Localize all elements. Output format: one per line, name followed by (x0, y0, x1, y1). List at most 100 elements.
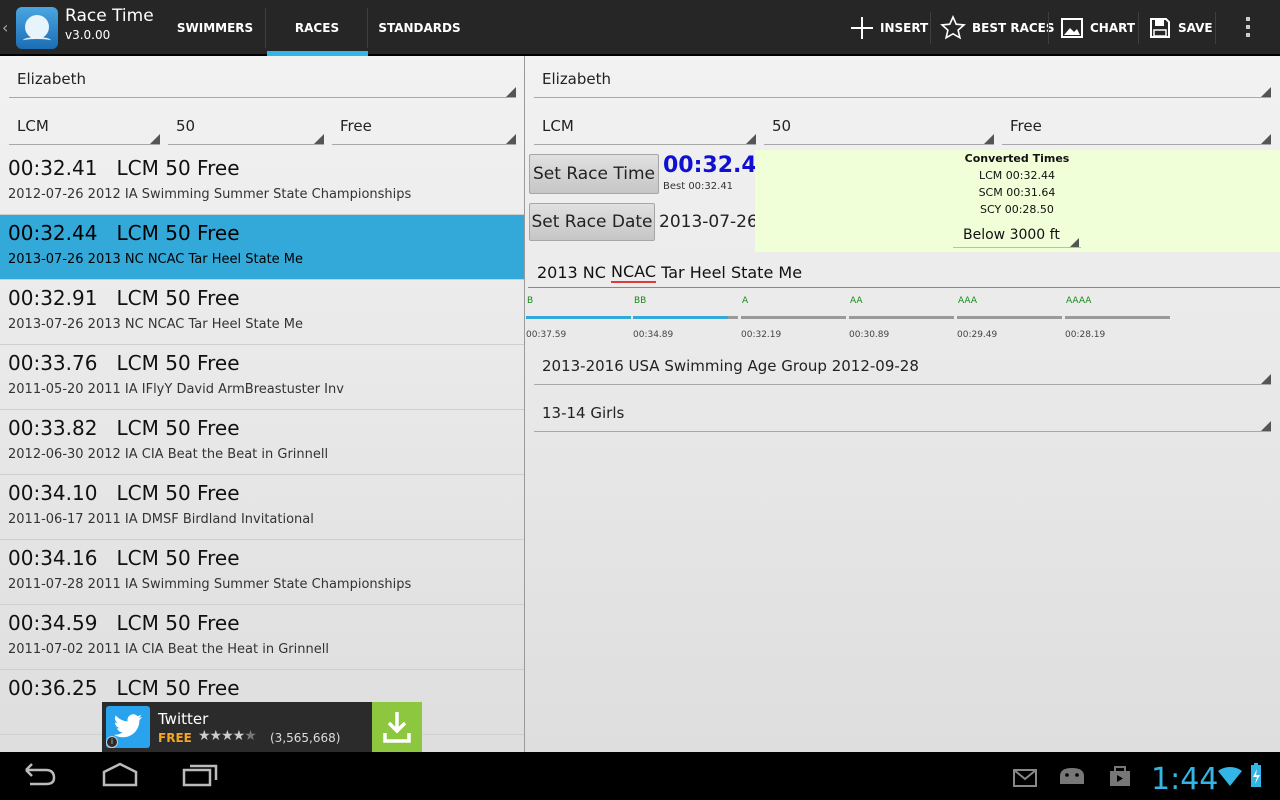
detail-swimmer-spinner[interactable]: Elizabeth (534, 60, 1271, 98)
race-date-value: 2013-07-26 (659, 212, 758, 232)
tab-races[interactable]: RACES (267, 8, 368, 48)
race-event: LCM 50 Free (116, 221, 240, 245)
app-title: Race Time (65, 6, 154, 26)
ad-download-button[interactable] (372, 702, 422, 752)
race-list-item[interactable]: 00:34.16 LCM 50 Free 2011-07-28 2011 IA S… (0, 540, 524, 605)
action-divider (1215, 12, 1216, 44)
overflow-menu-icon[interactable] (1240, 14, 1256, 42)
standard-set-spinner[interactable]: 2013-2016 USA Swimming Age Group 2012-09… (534, 347, 1271, 385)
race-meet-detail: 2012-06-30 2012 IA CIA Beat the Beat in … (8, 447, 329, 462)
race-list-item[interactable]: 00:32.44 LCM 50 Free 2013-07-26 2013 NC N… (0, 215, 524, 280)
standard-label: AAA (958, 296, 977, 306)
standard-progress-bar (741, 316, 846, 319)
swimmer-value: Elizabeth (17, 69, 87, 88)
set-race-time-button[interactable]: Set Race Time (529, 154, 659, 194)
action-divider (1138, 12, 1139, 44)
standard-time: 00:28.19 (1065, 330, 1106, 340)
android-debug-icon[interactable] (1060, 768, 1084, 784)
stroke-value: Free (340, 116, 372, 135)
race-time: 00:33.82 (8, 416, 98, 440)
standard-time: 00:37.59 (526, 330, 567, 340)
dropdown-triangle-icon (984, 134, 994, 144)
action-divider (1048, 12, 1049, 44)
best-races-button[interactable]: BEST RACES (940, 0, 1055, 56)
race-meet-detail: 2011-05-20 2011 IA IFlyY David ArmBreast… (8, 382, 344, 397)
distance-value: 50 (176, 116, 196, 135)
standard-progress-fill (633, 316, 728, 319)
back-caret-icon[interactable]: ‹ (2, 18, 8, 37)
meet-name-suffix: Tar Heel State Me (656, 263, 803, 282)
battery-icon (1251, 763, 1261, 787)
race-list-pane: Elizabeth LCM 50 Free 00:32.41 LCM 50 Fr… (0, 56, 524, 752)
race-event: LCM 50 Free (116, 416, 240, 440)
race-event: LCM 50 Free (116, 351, 240, 375)
race-list-item[interactable]: 00:34.59 LCM 50 Free 2011-07-02 2011 IA C… (0, 605, 524, 670)
swimmer-spinner[interactable]: Elizabeth (9, 60, 516, 98)
dropdown-triangle-icon (506, 87, 516, 97)
standard-time: 00:32.19 (741, 330, 782, 340)
dropdown-triangle-icon (150, 134, 160, 144)
race-list-item[interactable]: 00:34.10 LCM 50 Free 2011-06-17 2011 IA D… (0, 475, 524, 540)
meet-name-input[interactable]: 2013 NC NCAC Tar Heel State Me (528, 258, 1280, 288)
race-list-item[interactable]: 00:33.82 LCM 50 Free 2012-06-30 2012 IA C… (0, 410, 524, 475)
plus-icon (851, 17, 873, 39)
app-logo-icon[interactable] (16, 7, 58, 49)
meet-name-misspelled-word: NCAC (611, 262, 657, 283)
save-button[interactable]: SAVE (1148, 0, 1213, 56)
star-icon (940, 15, 966, 40)
ad-banner[interactable]: i Twitter FREE ★★★★★ (3,565,668) (102, 702, 422, 752)
distance-spinner[interactable]: 50 (168, 107, 324, 145)
standard-label: B (527, 296, 534, 306)
picture-icon (1061, 18, 1083, 38)
chart-button[interactable]: CHART (1060, 0, 1135, 56)
meet-name-prefix: 2013 NC (537, 263, 612, 282)
stroke-spinner[interactable]: Free (332, 107, 516, 145)
dropdown-triangle-icon (506, 134, 516, 144)
standard-progress-bar (1065, 316, 1170, 319)
dropdown-triangle-icon (1261, 421, 1271, 431)
detail-stroke-spinner[interactable]: Free (1002, 107, 1271, 145)
set-race-date-button[interactable]: Set Race Date (529, 203, 655, 241)
race-list-item[interactable]: 00:32.91 LCM 50 Free 2013-07-26 2013 NC N… (0, 280, 524, 345)
detail-swimmer-value: Elizabeth (542, 69, 612, 88)
dropdown-triangle-icon (314, 134, 324, 144)
race-time-event: 00:32.44 LCM 50 Free (8, 221, 240, 245)
age-group-spinner[interactable]: 13-14 Girls (534, 394, 1271, 432)
race-time-event: 00:33.82 LCM 50 Free (8, 416, 240, 440)
race-time-event: 00:34.16 LCM 50 Free (8, 546, 240, 570)
race-meet-detail: 2011-07-02 2011 IA CIA Beat the Heat in … (8, 642, 329, 657)
race-time-event: 00:32.91 LCM 50 Free (8, 286, 240, 310)
insert-button[interactable]: INSERT (850, 0, 928, 56)
race-time: 00:34.59 (8, 611, 98, 635)
detail-course-value: LCM (542, 116, 574, 135)
altitude-value: Below 3000 ft (963, 226, 1060, 243)
dropdown-triangle-icon (1261, 374, 1271, 384)
best-races-label: BEST RACES (972, 21, 1055, 35)
race-list-item[interactable]: 00:33.76 LCM 50 Free 2011-05-20 2011 IA I… (0, 345, 524, 410)
download-icon (383, 712, 411, 743)
course-spinner[interactable]: LCM (9, 107, 160, 145)
altitude-spinner[interactable]: Below 3000 ft (953, 222, 1081, 248)
ad-info-icon[interactable]: i (106, 736, 118, 748)
tab-standards[interactable]: STANDARDS (369, 0, 470, 56)
standard-time: 00:30.89 (849, 330, 890, 340)
detail-distance-spinner[interactable]: 50 (764, 107, 994, 145)
tab-swimmers[interactable]: SWIMMERS (165, 8, 266, 48)
race-time: 00:34.10 (8, 481, 98, 505)
standard-progress-bar (633, 316, 738, 319)
dropdown-triangle-icon (1261, 87, 1271, 97)
detail-course-spinner[interactable]: LCM (534, 107, 756, 145)
race-meet-detail: 2011-07-28 2011 IA Swimming Summer State… (8, 577, 412, 592)
race-list-item[interactable]: 00:32.41 LCM 50 Free 2012-07-26 2012 IA S… (0, 150, 524, 215)
race-event: LCM 50 Free (116, 676, 240, 700)
detail-distance-value: 50 (772, 116, 792, 135)
standard-label: A (742, 296, 749, 306)
best-time-label: Best 00:32.41 (663, 181, 734, 192)
race-detail-pane: Elizabeth LCM 50 Free Set Race Time 00:3… (525, 56, 1280, 752)
standard-time: 00:29.49 (957, 330, 998, 340)
race-meet-detail: 2011-06-17 2011 IA DMSF Birdland Invitat… (8, 512, 314, 527)
